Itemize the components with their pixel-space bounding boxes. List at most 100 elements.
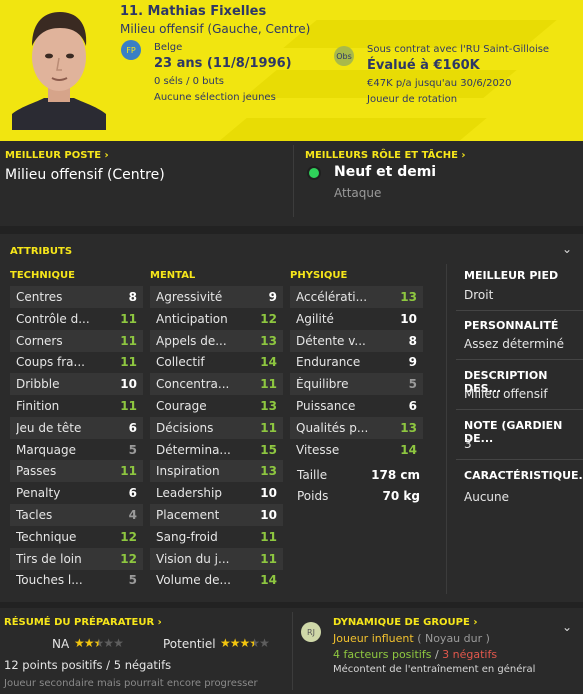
attribute-name: Appels de... (156, 333, 227, 348)
chevron-down-icon[interactable]: ⌄ (562, 242, 572, 256)
age-birthdate: 23 ans (11/8/1996) (154, 56, 292, 71)
attribute-row[interactable]: Finition 11 (10, 395, 143, 417)
attribute-name: Équilibre (296, 377, 349, 392)
star-icon: ★ (239, 636, 251, 650)
attribute-value: 10 (260, 486, 277, 501)
attribute-value: 14 (260, 573, 277, 588)
attribute-row[interactable]: Vitesse 14 (290, 439, 423, 461)
attribute-name: Agilité (296, 311, 334, 326)
current-ability-label: NA (52, 637, 70, 651)
team-dynamics-link[interactable]: DYNAMIQUE DE GROUPE › (333, 617, 477, 628)
attribute-row[interactable]: Agressivité 9 (150, 286, 283, 308)
attribute-row[interactable]: Anticipation 12 (150, 308, 283, 330)
attribute-row[interactable]: Endurance 9 (290, 351, 423, 373)
attribute-name: Puissance (296, 399, 356, 413)
attribute-value: 13 (400, 420, 417, 435)
technique-title: TECHNIQUE (10, 270, 75, 281)
attribute-row[interactable]: Décisions 11 (150, 416, 283, 439)
attribute-row[interactable]: Corners 11 (10, 329, 143, 352)
potential-ability-stars: ★★★★★ (220, 636, 270, 650)
attribute-value: 11 (120, 399, 137, 413)
attribute-value: 14 (260, 355, 277, 370)
best-role-link[interactable]: MEILLEURS RÔLE ET TÂCHE › (305, 150, 466, 161)
attribute-name: Volume de... (156, 573, 231, 588)
role-suitability-icon (307, 166, 321, 180)
attribute-value: 10 (120, 377, 137, 392)
attribute-name: Courage (156, 399, 207, 413)
goalkeeper-rating-value: 3 (464, 437, 472, 451)
attribute-value: 5 (128, 442, 137, 457)
attribute-row[interactable]: Leadership 10 (150, 482, 283, 504)
star-icon: ★ (74, 636, 85, 650)
attribute-name: Tirs de loin (16, 551, 82, 566)
attribute-row[interactable]: Centres 8 (10, 286, 143, 308)
attribute-row[interactable]: Accélérati... 13 (290, 286, 423, 308)
attribute-name: Coups fra... (16, 355, 85, 370)
attribute-value: 13 (400, 290, 417, 304)
chevron-down-icon[interactable]: ⌄ (562, 620, 572, 634)
attributes-title: ATTRIBUTS (10, 246, 73, 257)
attribute-row[interactable]: Détermina... 15 (150, 439, 283, 461)
best-position-link[interactable]: MEILLEUR POSTE › (5, 150, 109, 161)
attribute-row[interactable]: Touches l... 5 (10, 569, 143, 591)
divider (292, 612, 293, 690)
attribute-row[interactable]: Détente v... 8 (290, 329, 423, 352)
attribute-row[interactable]: Dribble 10 (10, 373, 143, 396)
attribute-value: 4 (128, 508, 137, 522)
attribute-name: Concentra... (156, 377, 230, 392)
attribute-name: Tacles (16, 508, 53, 522)
coach-report-link[interactable]: RÉSUMÉ DU PRÉPARATEUR › (4, 617, 162, 628)
attribute-row[interactable]: Passes 11 (10, 460, 143, 483)
nation-flag-icon[interactable]: FP (121, 40, 141, 60)
attribute-value: 10 (260, 508, 277, 522)
dynamics-badge-icon: RJ (301, 622, 321, 642)
star-icon: ★ (249, 636, 260, 650)
attribute-row[interactable]: Sang-froid 11 (150, 526, 283, 548)
attribute-value: 14 (400, 442, 417, 457)
attribute-row[interactable]: Appels de... 13 (150, 329, 283, 352)
attribute-name: Finition (16, 399, 60, 413)
best-role-value: Neuf et demi (334, 164, 437, 180)
attribute-value: 8 (408, 333, 417, 348)
player-name: 11. Mathias Fixelles (120, 4, 267, 19)
attribute-row[interactable]: Vision du j... 11 (150, 547, 283, 570)
attribute-row[interactable]: Tacles 4 (10, 504, 143, 526)
dynamics-factors: 4 facteurs positifs / 3 négatifs (333, 648, 498, 661)
star-icon: ★ (259, 636, 270, 650)
attribute-row[interactable]: Tirs de loin 12 (10, 547, 143, 570)
star-icon: ★ (229, 636, 241, 650)
attribute-name: Placement (156, 508, 220, 522)
attribute-row[interactable]: Marquage 5 (10, 439, 143, 461)
attribute-row[interactable]: Concentra... 11 (150, 373, 283, 396)
attribute-value: 11 (260, 377, 277, 392)
attribute-row[interactable]: Collectif 14 (150, 351, 283, 373)
observation-badge-icon[interactable]: Obs (334, 46, 354, 66)
height-value: 178 cm (371, 468, 420, 482)
attribute-row[interactable]: Placement 10 (150, 504, 283, 526)
attribute-row[interactable]: Jeu de tête 6 (10, 416, 143, 439)
attribute-value: 5 (408, 377, 417, 392)
squad-status: Joueur de rotation (367, 94, 458, 105)
attribute-row[interactable]: Contrôle d... 11 (10, 308, 143, 330)
attribute-row[interactable]: Puissance 6 (290, 395, 423, 417)
attribute-value: 11 (260, 420, 277, 435)
influence-status: Joueur influent ( Noyau dur ) (333, 632, 490, 645)
attribute-value: 6 (408, 399, 417, 413)
attribute-row[interactable]: Volume de... 14 (150, 569, 283, 591)
attribute-row[interactable]: Penalty 6 (10, 482, 143, 504)
youth-caps: Aucune sélection jeunes (154, 92, 276, 103)
attribute-row[interactable]: Qualités p... 13 (290, 416, 423, 439)
attribute-row[interactable]: Agilité 10 (290, 308, 423, 330)
wage-contract-end: €47K p/a jusqu'au 30/6/2020 (367, 78, 512, 89)
attribute-value: 10 (400, 311, 417, 326)
height-label: Taille (297, 468, 328, 482)
attribute-row[interactable]: Équilibre 5 (290, 373, 423, 396)
attribute-value: 9 (408, 355, 417, 370)
attribute-row[interactable]: Coups fra... 11 (10, 351, 143, 373)
personality-label: PERSONNALITÉ (464, 319, 559, 332)
attribute-row[interactable]: Technique 12 (10, 526, 143, 548)
attribute-row[interactable]: Inspiration 13 (150, 460, 283, 483)
attribute-row[interactable]: Courage 13 (150, 395, 283, 417)
divider (456, 459, 583, 460)
goalkeeper-rating-label: NOTE (GARDIEN DE... (464, 419, 563, 445)
